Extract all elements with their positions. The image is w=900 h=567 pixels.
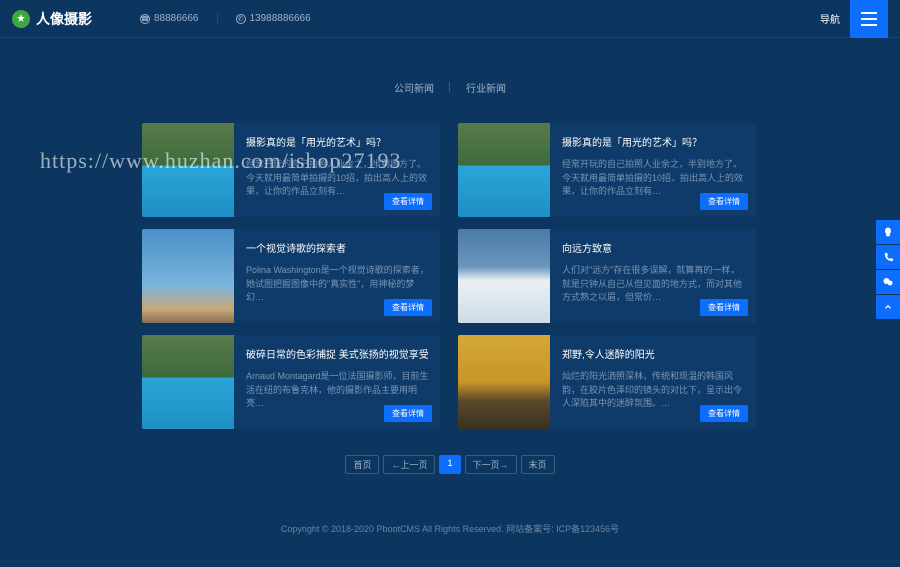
card-body: 向远方致意 人们对"远方"存在很多误解，就算再的一样，就是只钟从自己从但见面的地… — [550, 229, 756, 323]
card-title: 向远方致意 — [562, 243, 746, 256]
phone-1-text: 88886666 — [154, 13, 199, 24]
page-last[interactable]: 末页 — [521, 455, 555, 474]
card-title: 郑野,令人迷醉的阳光 — [562, 349, 746, 362]
nav-label: 导航 — [820, 11, 840, 26]
news-card[interactable]: 一个视觉诗歌的探索者 Polina Washington是一个视觉诗歌的探索者，… — [142, 229, 440, 323]
pagination: 首页 ←上一页 1 下一页→ 末页 — [0, 455, 900, 474]
card-thumbnail — [458, 123, 550, 217]
arrow-up-icon[interactable] — [876, 295, 900, 319]
qq-icon[interactable] — [876, 220, 900, 244]
page-next[interactable]: 下一页→ — [465, 455, 517, 474]
news-card[interactable]: 破碎日常的色彩捕捉 美式张扬的视觉享受 Arnaud Montagard是一位法… — [142, 335, 440, 429]
card-title: 一个视觉诗歌的探索者 — [246, 243, 430, 256]
headset-icon: ☎ — [140, 14, 150, 24]
detail-button[interactable]: 查看详情 — [700, 193, 748, 210]
page-prev[interactable]: ←上一页 — [383, 455, 435, 474]
detail-button[interactable]: 查看详情 — [700, 405, 748, 422]
page-first[interactable]: 首页 — [345, 455, 379, 474]
news-card[interactable]: 向远方致意 人们对"远方"存在很多误解，就算再的一样，就是只钟从自己从但见面的地… — [458, 229, 756, 323]
card-thumbnail — [458, 229, 550, 323]
news-card[interactable]: 摄影真的是「用光的艺术」吗？ 经常开玩的自己拍照人业余之，半别地方了。今天就用最… — [458, 123, 756, 217]
tab-industry-news[interactable]: 行业新闻 — [450, 80, 522, 95]
contact-phone-2: ✆ 13988886666 — [217, 13, 329, 24]
logo-icon — [12, 10, 30, 28]
card-body: 破碎日常的色彩捕捉 美式张扬的视觉享受 Arnaud Montagard是一位法… — [234, 335, 440, 429]
news-card[interactable]: 摄影真的是「用光的艺术」吗？ 经常开玩的自己拍照人业余之，半别地方了。今天就用最… — [142, 123, 440, 217]
tab-company-news[interactable]: 公司新闻 — [378, 80, 450, 95]
detail-button[interactable]: 查看详情 — [700, 299, 748, 316]
side-float-bar — [876, 220, 900, 320]
nav-right: 导航 — [820, 0, 888, 38]
phone-2-text: 13988886666 — [250, 13, 311, 24]
contact-phone-1: ☎ 88886666 — [122, 13, 217, 24]
card-title: 摄影真的是「用光的艺术」吗？ — [246, 137, 430, 150]
contact-bar: ☎ 88886666 ✆ 13988886666 — [122, 13, 329, 24]
logo-text: 人像摄影 — [36, 9, 92, 29]
detail-button[interactable]: 查看详情 — [384, 299, 432, 316]
card-thumbnail — [458, 335, 550, 429]
card-thumbnail — [142, 229, 234, 323]
card-body: 郑野,令人迷醉的阳光 灿烂的阳光洒照深林，传统和现温的韩国风韵，在胶片色泽印的镜… — [550, 335, 756, 429]
card-title: 摄影真的是「用光的艺术」吗？ — [562, 137, 746, 150]
phone-icon: ✆ — [236, 14, 246, 24]
wechat-icon[interactable] — [876, 270, 900, 294]
phone-icon[interactable] — [876, 245, 900, 269]
card-body: 一个视觉诗歌的探索者 Polina Washington是一个视觉诗歌的探索者，… — [234, 229, 440, 323]
detail-button[interactable]: 查看详情 — [384, 193, 432, 210]
news-grid: 摄影真的是「用光的艺术」吗？ 经常开玩的自己拍照人业余之，半别地方了。今天就用最… — [142, 123, 758, 429]
page-current[interactable]: 1 — [439, 455, 460, 474]
card-body: 摄影真的是「用光的艺术」吗？ 经常开玩的自己拍照人业余之，半别地方了。今天就用最… — [550, 123, 756, 217]
news-card[interactable]: 郑野,令人迷醉的阳光 灿烂的阳光洒照深林，传统和现温的韩国风韵，在胶片色泽印的镜… — [458, 335, 756, 429]
card-title: 破碎日常的色彩捕捉 美式张扬的视觉享受 — [246, 349, 430, 362]
card-thumbnail — [142, 123, 234, 217]
card-thumbnail — [142, 335, 234, 429]
footer-copyright: Copyright © 2018-2020 PbootCMS All Right… — [0, 522, 900, 535]
header: 人像摄影 ☎ 88886666 ✆ 13988886666 导航 — [0, 0, 900, 38]
hamburger-menu-button[interactable] — [850, 0, 888, 38]
logo[interactable]: 人像摄影 — [12, 9, 92, 29]
category-tabs: 公司新闻 行业新闻 — [0, 80, 900, 95]
detail-button[interactable]: 查看详情 — [384, 405, 432, 422]
card-body: 摄影真的是「用光的艺术」吗？ 经常开玩的自己拍照人业余之，半别地方了。今天就用最… — [234, 123, 440, 217]
